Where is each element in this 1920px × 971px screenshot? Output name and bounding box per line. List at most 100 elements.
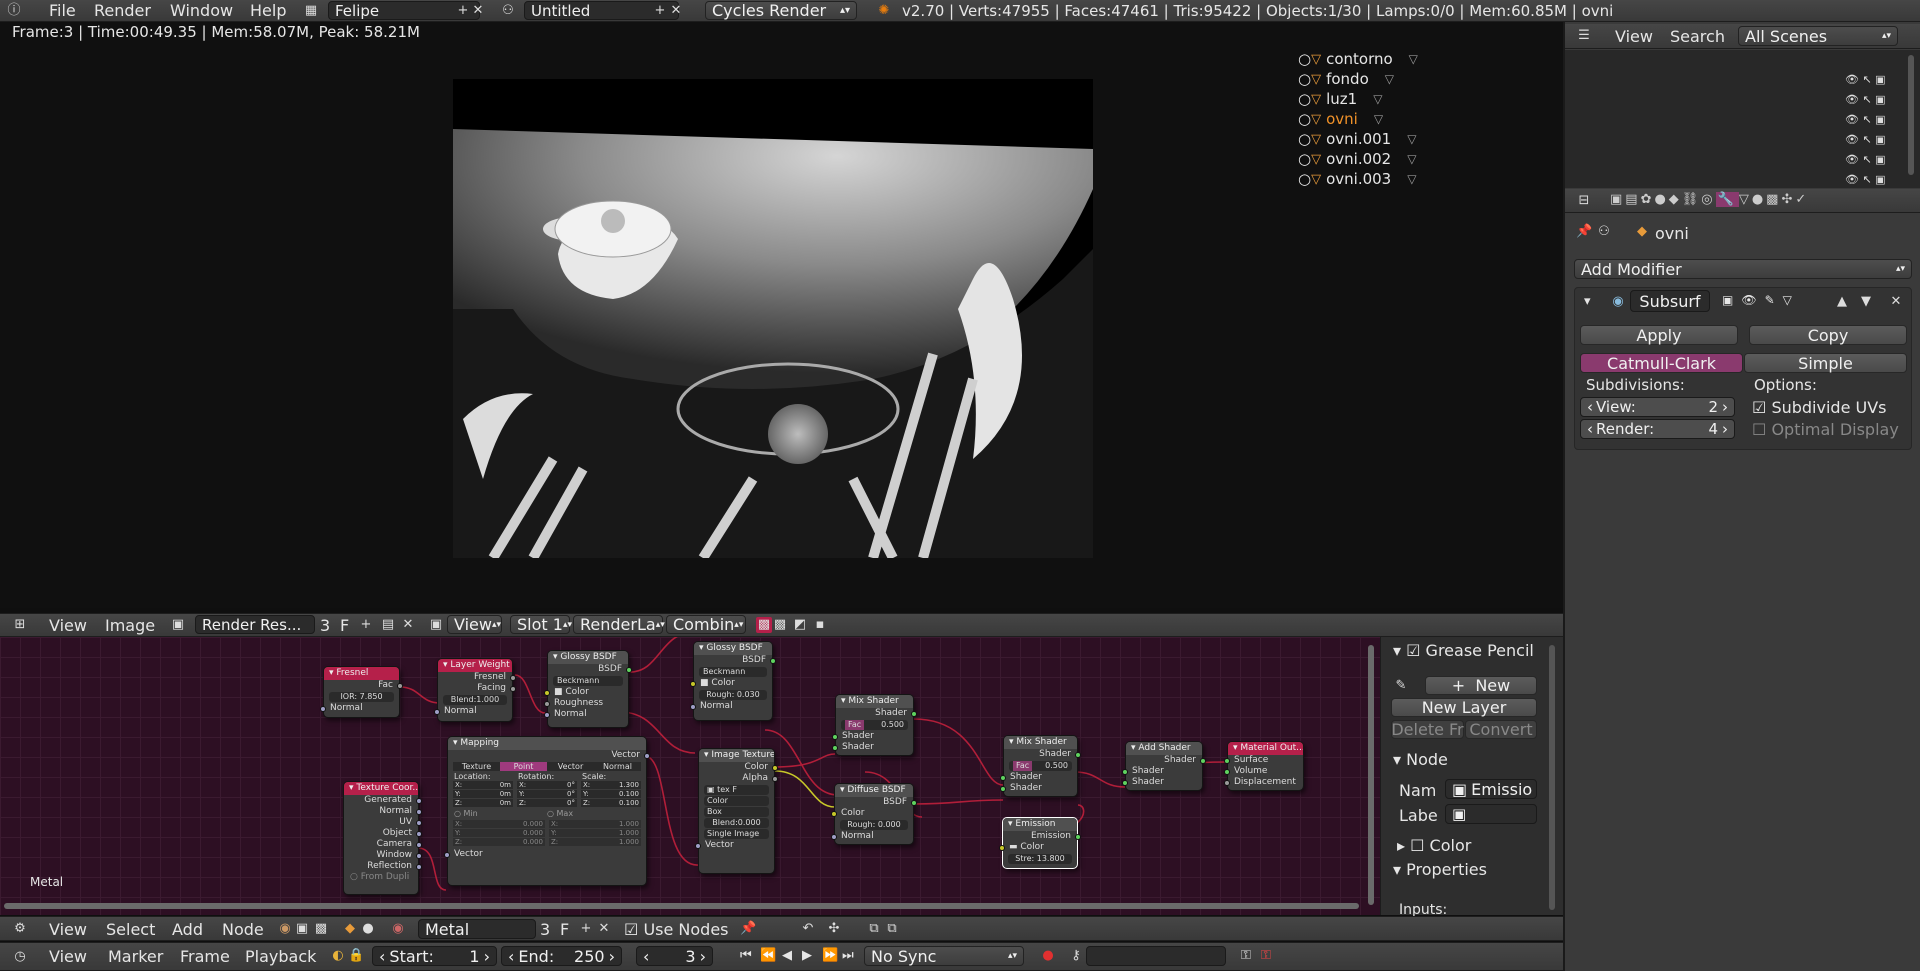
roughness-field[interactable]: Rough: 0.030 bbox=[699, 690, 767, 700]
menu-help[interactable]: Help bbox=[250, 3, 286, 19]
convert-button[interactable]: Convert bbox=[1465, 720, 1537, 739]
outliner-item-contorno[interactable]: ○ ▽ contorno ▽ bbox=[1298, 50, 1418, 68]
image-view-select[interactable]: View ▴▾ bbox=[447, 615, 502, 634]
node-glossy-bsdf-2[interactable]: ▾ Glossy BSDF BSDF Beckmann ■ Color Roug… bbox=[690, 641, 776, 721]
material-name-field[interactable]: Metal bbox=[418, 919, 536, 939]
grease-pencil-icon[interactable]: ✎ bbox=[1393, 678, 1409, 694]
modifier-move-up-icon[interactable]: ▲ bbox=[1834, 294, 1850, 310]
projection-select[interactable]: Box bbox=[704, 807, 769, 817]
jump-start-icon[interactable]: ⏮ bbox=[740, 949, 752, 962]
keying-set-field[interactable] bbox=[1086, 946, 1226, 966]
outliner-display-select[interactable]: All Scenes ▴▾ bbox=[1738, 26, 1898, 46]
play-reverse-icon[interactable]: ◀ bbox=[782, 949, 792, 962]
strength-field[interactable]: Stre: 13.800 bbox=[1008, 854, 1072, 864]
draw-zbuffer-icon[interactable]: ◩ bbox=[792, 617, 808, 633]
mapping-fields[interactable]: X: 0m X: 0° X: 1.300 Y: 0m Y: 0° Y: 0.100 Z: 0m… bbox=[448, 781, 646, 807]
optimal-display-checkbox[interactable]: ☐ Optimal Display bbox=[1752, 422, 1899, 438]
insert-keyframe-icon[interactable]: ⚿ bbox=[1238, 948, 1254, 964]
node-name-field[interactable]: ▣ Emissio bbox=[1445, 779, 1537, 799]
modifier-move-down-icon[interactable]: ▼ bbox=[1858, 294, 1874, 310]
node-mix-shader-1[interactable]: ▾ Mix Shader Shader Fac 0.500 Shader Shad… bbox=[832, 694, 917, 756]
view-levels-field[interactable]: ‹ View: 2 › bbox=[1580, 397, 1735, 417]
node-menu-select[interactable]: Select bbox=[106, 922, 155, 938]
modifier-display-toggles[interactable]: ▣👁✎▽ bbox=[1722, 294, 1800, 306]
from-dupli-checkbox[interactable]: ○ From Dupli bbox=[344, 872, 418, 883]
material-fake-user[interactable]: F bbox=[560, 922, 569, 938]
node-layer-weight[interactable]: ▾ Layer Weight Fresnel Facing Blend:1.00… bbox=[434, 658, 516, 722]
node-paste-icon[interactable]: ⧉ bbox=[884, 921, 900, 937]
node-undo-icon[interactable]: ↶ bbox=[800, 921, 816, 937]
image-menu-image[interactable]: Image bbox=[105, 618, 155, 634]
blend-field[interactable]: Blend:1.000 bbox=[443, 695, 507, 705]
distribution-select[interactable]: Beckmann bbox=[553, 676, 623, 686]
outliner-item-ovni-001[interactable]: ○ ▽ ovni.001 ▽ bbox=[1298, 130, 1416, 148]
grease-new-button[interactable]: + New bbox=[1425, 676, 1537, 695]
properties-type-icon[interactable]: ⊟ bbox=[1576, 193, 1592, 209]
start-frame-field[interactable]: ‹ Start: 1 › bbox=[372, 946, 497, 966]
ior-field[interactable]: IOR: 7.850 bbox=[329, 692, 394, 702]
distribution-select[interactable]: Beckmann bbox=[699, 667, 767, 677]
catmull-clark-option[interactable]: Catmull-Clark bbox=[1580, 353, 1743, 373]
screen-layout-icon[interactable]: ▦ bbox=[303, 3, 319, 19]
mapping-minmax-fields[interactable]: X: 0.000 X: 1.000 Y: 0.000 Y: 1.000 Z: 0.000 … bbox=[448, 820, 646, 846]
keying-icon[interactable]: ◐ bbox=[330, 948, 346, 964]
render-pass-select[interactable]: Combin ▴▾ bbox=[666, 615, 746, 634]
menu-file[interactable]: File bbox=[49, 3, 76, 19]
outliner-type-icon[interactable]: ☰ bbox=[1576, 28, 1592, 44]
image-view-icon[interactable]: ▣ bbox=[428, 617, 444, 633]
new-layer-button[interactable]: New Layer bbox=[1391, 698, 1537, 717]
extension-select[interactable]: Single Image bbox=[704, 829, 769, 839]
image-open-icon[interactable]: ▤ bbox=[380, 617, 396, 633]
texture-tree-icon[interactable]: ▩ bbox=[313, 921, 329, 937]
properties-pin-icon[interactable]: 📌 bbox=[1576, 224, 1592, 240]
screen-remove-icon[interactable]: ✕ bbox=[470, 3, 486, 19]
play-icon[interactable]: ▶ bbox=[802, 949, 812, 962]
delete-frame-button[interactable]: Delete Fr bbox=[1391, 720, 1464, 739]
node-texture-coordinate[interactable]: ▾ Texture Coor... Generated Normal UV Ob… bbox=[343, 781, 422, 895]
modifier-apply-button[interactable]: Apply bbox=[1580, 325, 1738, 345]
render-slot-select[interactable]: Slot 1 ▴▾ bbox=[510, 615, 572, 634]
jump-keyframe-forward-icon[interactable]: ⏩ bbox=[822, 949, 838, 962]
node-glossy-bsdf-1[interactable]: ▾ Glossy BSDF BSDF Beckmann ■ Color Roug… bbox=[544, 650, 632, 728]
mapping-minmax[interactable]: ○ Min ○ Max bbox=[448, 807, 646, 820]
outliner-menu-view[interactable]: View bbox=[1615, 29, 1653, 45]
roughness-field[interactable]: Rough: 0.000 bbox=[840, 820, 908, 830]
object-shader-icon[interactable]: ◆ bbox=[342, 921, 358, 937]
pin-image-icon[interactable]: ▪ bbox=[812, 617, 828, 633]
grease-pencil-panel-header[interactable]: ▾ ☑ Grease Pencil bbox=[1393, 643, 1534, 659]
outliner-item-ovni-003[interactable]: ○ ▽ ovni.003 ▽ bbox=[1298, 170, 1416, 188]
node-image-texture[interactable]: ▾ Image Texture Color Alpha ▣ tex F Colo… bbox=[695, 748, 778, 874]
mapping-type-tabs[interactable]: Texture Point Vector Normal bbox=[453, 762, 641, 771]
image-unlink-icon[interactable]: ✕ bbox=[400, 617, 416, 633]
shader-tree-icon[interactable]: ◉ bbox=[277, 921, 293, 937]
simple-option[interactable]: Simple bbox=[1744, 353, 1907, 373]
compositing-tree-icon[interactable]: ▣ bbox=[294, 921, 310, 937]
scene-icon[interactable]: ⚇ bbox=[500, 3, 516, 19]
record-icon[interactable]: ● bbox=[1040, 948, 1056, 964]
node-mapping[interactable]: ▾ Mapping Vector Texture Point Vector No… bbox=[444, 736, 650, 886]
jump-keyframe-back-icon[interactable]: ⏪ bbox=[760, 949, 776, 962]
modifier-name-field[interactable]: Subsurf bbox=[1630, 290, 1710, 312]
node-add-shader[interactable]: ▾ Add Shader Shader Shader Shader bbox=[1122, 741, 1206, 791]
fac-field[interactable]: Fac 0.500 bbox=[1009, 761, 1072, 771]
image-editor-type-icon[interactable]: ⊞ bbox=[12, 617, 28, 633]
outliner-menu-search[interactable]: Search bbox=[1670, 29, 1725, 45]
image-browse-icon[interactable]: ▣ bbox=[170, 617, 186, 633]
menu-render[interactable]: Render bbox=[94, 3, 151, 19]
modifier-copy-button[interactable]: Copy bbox=[1749, 325, 1907, 345]
node-color-panel-header[interactable]: ▸ ☐ Color bbox=[1397, 838, 1471, 854]
node-material-output[interactable]: ▾ Material Out... Surface Volume Displac… bbox=[1224, 741, 1304, 791]
node-properties-panel-header[interactable]: ▾ Properties bbox=[1393, 862, 1487, 878]
image-menu-view[interactable]: View bbox=[49, 618, 87, 634]
jump-end-icon[interactable]: ⏭ bbox=[842, 949, 854, 962]
scene-add-icon[interactable]: + bbox=[652, 3, 668, 19]
timeline-menu-frame[interactable]: Frame bbox=[180, 949, 230, 965]
draw-alpha-only-icon[interactable]: ▩ bbox=[772, 617, 788, 633]
outliner-item-ovni-002[interactable]: ○ ▽ ovni.002 ▽ bbox=[1298, 150, 1416, 168]
image-new-icon[interactable]: + bbox=[358, 617, 374, 633]
material-browse-icon[interactable]: ◉ bbox=[390, 921, 406, 937]
properties-context-tabs[interactable]: ▣▤✿●◆⛓◎ 🔧 ▽●▩✣✓ bbox=[1610, 192, 1809, 207]
keying-set-icon[interactable]: ⚷ bbox=[1068, 948, 1084, 964]
sync-mode-select[interactable]: No Sync ▴▾ bbox=[864, 946, 1024, 966]
timeline-menu-playback[interactable]: Playback bbox=[245, 949, 316, 965]
